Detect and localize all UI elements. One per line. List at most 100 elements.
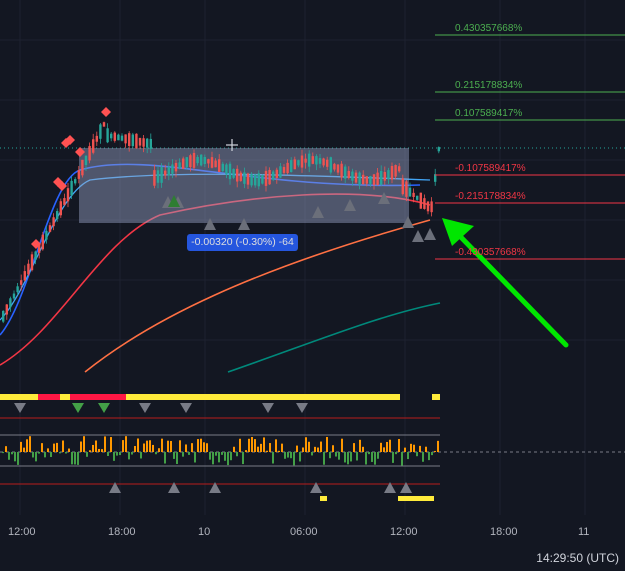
candle: [81, 159, 84, 178]
candle: [12, 290, 16, 300]
histogram-bar: [191, 443, 193, 452]
histogram-bar: [65, 452, 67, 454]
histogram-bar: [350, 452, 352, 462]
histogram-bar: [221, 452, 223, 455]
triangle-marker-icon: [296, 403, 308, 413]
candle: [232, 168, 235, 180]
candle: [102, 121, 106, 127]
candle: [416, 195, 419, 201]
ema-long-line: [227, 302, 441, 373]
histogram-bar: [380, 442, 382, 452]
candle: [113, 131, 116, 143]
fib-level-label: -0.215178834%: [455, 191, 526, 202]
histogram-bar: [371, 452, 373, 462]
candle: [423, 194, 426, 210]
histogram-bar: [299, 452, 301, 462]
candle: [138, 137, 142, 150]
candle: [59, 198, 62, 218]
histogram-bar: [89, 450, 91, 452]
histogram-bar: [434, 450, 436, 452]
histogram-bar: [320, 441, 322, 452]
histogram-bar: [248, 438, 250, 452]
fib-level-label: -0.430357668%: [455, 247, 526, 258]
candle: [120, 133, 124, 142]
histogram-bar: [287, 452, 289, 458]
histogram-bar: [425, 446, 427, 452]
histogram-bar: [164, 452, 166, 464]
histogram-bar: [74, 452, 76, 465]
histogram-bar: [302, 447, 304, 452]
histogram-bar: [428, 452, 430, 461]
histogram-bar: [404, 447, 406, 452]
histogram-bar: [92, 444, 94, 452]
histogram-bar: [155, 452, 157, 455]
histogram-bar: [14, 452, 16, 462]
triangle-marker-icon: [14, 403, 26, 413]
histogram-bar: [266, 450, 268, 452]
histogram-bar: [356, 452, 358, 461]
histogram-bar: [329, 452, 331, 459]
candle: [88, 142, 91, 164]
signal-bar-red: [70, 394, 126, 400]
histogram-bar: [347, 452, 349, 465]
histogram-bar: [314, 446, 316, 452]
histogram-bar: [8, 452, 10, 460]
histogram-bar: [398, 439, 400, 452]
candle: [41, 231, 44, 251]
triangle-marker-icon: [72, 403, 84, 413]
histogram-bar: [263, 437, 265, 452]
histogram-bar: [227, 452, 229, 466]
histogram-bar: [401, 452, 403, 466]
histogram-bar: [422, 452, 424, 462]
trading-chart[interactable]: [0, 0, 625, 571]
histogram-bar: [260, 443, 262, 452]
histogram-bar: [389, 439, 391, 452]
histogram-bar: [122, 440, 124, 452]
histogram-bar: [125, 436, 127, 452]
histogram-bar: [71, 452, 73, 465]
histogram-bar: [236, 452, 238, 457]
histogram-bar: [374, 452, 376, 465]
histogram-bar: [104, 436, 106, 452]
histogram-bar: [416, 452, 418, 457]
histogram-bar: [50, 452, 52, 457]
histogram-bar: [170, 441, 172, 452]
histogram-bar: [284, 452, 286, 459]
histogram-bar: [110, 437, 112, 452]
histogram-bar: [332, 445, 334, 452]
histogram-bar: [113, 452, 115, 461]
histogram-bar: [152, 444, 154, 452]
histogram-bar: [62, 440, 64, 452]
green-arrow-icon: [442, 218, 569, 348]
candle: [110, 132, 113, 142]
histogram-bar: [206, 443, 208, 452]
histogram-bar: [218, 452, 220, 463]
histogram-bar: [77, 452, 79, 465]
candle: [329, 156, 332, 175]
candle: [200, 154, 203, 167]
candle: [95, 131, 98, 146]
histogram-bar: [386, 441, 388, 452]
histogram-bar: [86, 452, 88, 457]
histogram-bar: [245, 450, 247, 452]
histogram-bar: [140, 452, 142, 459]
candle: [272, 170, 275, 182]
histogram-bar: [101, 449, 103, 452]
utc-clock[interactable]: 14:29:50 (UTC): [536, 551, 619, 565]
candle: [9, 296, 12, 312]
histogram-bar: [335, 452, 337, 457]
histogram-bar: [365, 452, 367, 465]
histogram-bar: [197, 439, 199, 452]
histogram-bar: [20, 441, 22, 452]
histogram-bar: [116, 452, 118, 456]
histogram-bar: [146, 440, 148, 452]
candle: [63, 193, 66, 206]
histogram-bar: [179, 440, 181, 452]
histogram-bar: [308, 441, 310, 452]
candle: [30, 251, 34, 272]
histogram-bar: [215, 452, 217, 456]
triangle-marker-icon: [180, 403, 192, 413]
histogram-bar: [41, 443, 43, 452]
histogram-bar: [185, 444, 187, 452]
triangle-marker-icon: [139, 403, 151, 413]
